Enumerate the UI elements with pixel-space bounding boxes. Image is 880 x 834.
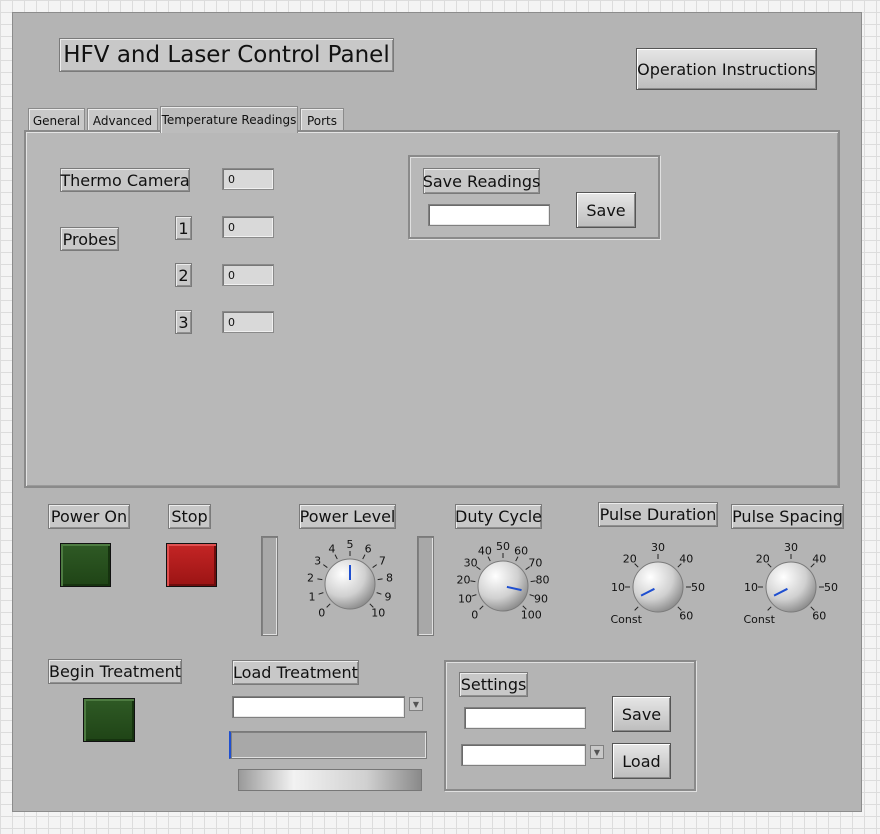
knob-body xyxy=(765,561,817,613)
knob-tick-label: 80 xyxy=(536,574,550,587)
knob-tick-label: 10 xyxy=(611,581,625,594)
operation-instructions-button[interactable]: Operation Instructions xyxy=(636,48,817,90)
load-treatment-slide[interactable] xyxy=(238,769,422,791)
knob-tick-label: 50 xyxy=(691,581,705,594)
probe-3-value: 0 xyxy=(222,311,274,333)
knob-tick xyxy=(479,605,484,610)
knob-tick-label: 30 xyxy=(651,541,665,554)
power-level-label: Power Level xyxy=(299,504,396,529)
probe-1-label: 1 xyxy=(175,216,192,240)
probe-2-value: 0 xyxy=(222,264,274,286)
tab-ports[interactable]: Ports xyxy=(300,108,344,132)
knob-tick-label: 60 xyxy=(679,609,693,622)
knob-tick-label: 0 xyxy=(471,608,478,621)
pulse-duration-knob[interactable]: Const 10 20 30 40 50 60 xyxy=(600,532,715,632)
knob-tick-label: Const xyxy=(610,613,642,626)
knob-tick-label: 20 xyxy=(456,574,470,587)
knob-tick-label: 50 xyxy=(496,540,510,553)
tab-general[interactable]: General xyxy=(28,108,85,132)
knob-tick xyxy=(377,578,383,581)
save-readings-path-input[interactable] xyxy=(428,204,550,226)
load-treatment-path-input[interactable] xyxy=(232,696,405,718)
knob-tick xyxy=(471,594,477,597)
settings-name-input[interactable] xyxy=(464,707,586,729)
knob-tick-label: 9 xyxy=(385,590,392,603)
knob-tick-label: 60 xyxy=(812,609,826,622)
knob-tick xyxy=(767,606,772,611)
probes-label: Probes xyxy=(60,227,119,251)
knob-tick-label: 70 xyxy=(528,556,542,569)
settings-label: Settings xyxy=(459,672,528,697)
power-on-label: Power On xyxy=(48,504,130,529)
knob-tick xyxy=(317,578,323,581)
pulse-spacing-knob[interactable]: Const 10 20 30 40 50 60 xyxy=(733,532,848,632)
knob-tick xyxy=(470,580,476,583)
power-level-knob[interactable]: 01 234 5 678 910 xyxy=(295,532,405,632)
knob-tick-label: 20 xyxy=(756,553,770,566)
knob-tick xyxy=(634,606,639,611)
knob-tick xyxy=(326,603,331,608)
knob-tick-label: 20 xyxy=(623,553,637,566)
knob-tick-label: 6 xyxy=(365,542,372,555)
knob-tick-label: 3 xyxy=(314,554,321,567)
tab-temperature-readings[interactable]: Temperature Readings xyxy=(160,106,298,133)
knob-tick-label: 60 xyxy=(514,544,528,557)
load-treatment-label: Load Treatment xyxy=(232,660,359,685)
begin-treatment-label: Begin Treatment xyxy=(48,659,182,684)
save-readings-label: Save Readings xyxy=(423,168,540,194)
settings-save-button[interactable]: Save xyxy=(612,696,671,732)
knob-tick xyxy=(318,592,324,595)
knob-tick-label: 5 xyxy=(347,538,354,551)
knob-tick-label: 90 xyxy=(534,592,548,605)
knob-tick-label: 30 xyxy=(784,541,798,554)
knob-tick xyxy=(334,554,338,560)
duty-cycle-slider[interactable] xyxy=(417,536,434,636)
settings-load-button[interactable]: Load xyxy=(612,743,671,779)
settings-select-input[interactable] xyxy=(461,744,586,766)
knob-tick-label: 100 xyxy=(521,608,542,621)
knob-tick-label: 40 xyxy=(478,544,492,557)
knob-tick-label: 4 xyxy=(328,542,335,555)
duty-cycle-knob[interactable]: 0 10 20 3040 50 6070 80 90 100 xyxy=(448,532,563,632)
power-level-slider[interactable] xyxy=(261,536,278,636)
tab-advanced[interactable]: Advanced xyxy=(87,108,158,132)
knob-tick-label: 2 xyxy=(307,572,314,585)
knob-tick xyxy=(376,592,382,595)
knob-tick-label: 30 xyxy=(464,556,478,569)
thermo-camera-value: 0 xyxy=(222,168,274,190)
power-on-button[interactable] xyxy=(60,543,111,587)
probe-2-label: 2 xyxy=(175,263,192,287)
save-readings-button[interactable]: Save xyxy=(576,192,636,228)
knob-tick-label: 10 xyxy=(458,592,472,605)
probe-1-value: 0 xyxy=(222,216,274,238)
knob-tick xyxy=(323,564,328,568)
knob-tick-label: 7 xyxy=(379,554,386,567)
knob-tick-label: Const xyxy=(743,613,775,626)
begin-treatment-button[interactable] xyxy=(83,698,135,742)
knob-body xyxy=(632,561,684,613)
panel-title: HFV and Laser Control Panel xyxy=(59,38,394,72)
knob-tick-label: 0 xyxy=(318,606,325,619)
thermo-camera-label: Thermo Camera xyxy=(60,168,190,192)
load-treatment-progress xyxy=(229,731,427,759)
stop-button[interactable] xyxy=(166,543,217,587)
duty-cycle-label: Duty Cycle xyxy=(455,504,542,529)
probe-3-label: 3 xyxy=(175,310,192,334)
stop-label: Stop xyxy=(168,504,211,529)
pulse-duration-label: Pulse Duration xyxy=(598,502,718,527)
pulse-spacing-label: Pulse Spacing xyxy=(731,504,844,529)
knob-tick-label: 40 xyxy=(679,553,693,566)
knob-tick xyxy=(372,564,377,568)
knob-tick-label: 8 xyxy=(386,572,393,585)
knob-tick-label: 50 xyxy=(824,581,838,594)
knob-tick-label: 10 xyxy=(744,581,758,594)
triangle-down-icon[interactable]: ▼ xyxy=(409,697,423,711)
triangle-down-icon[interactable]: ▼ xyxy=(590,745,604,759)
knob-body xyxy=(477,560,529,612)
knob-tick-label: 10 xyxy=(371,606,385,619)
knob-tick-label: 1 xyxy=(308,590,315,603)
knob-tick-label: 40 xyxy=(812,553,826,566)
